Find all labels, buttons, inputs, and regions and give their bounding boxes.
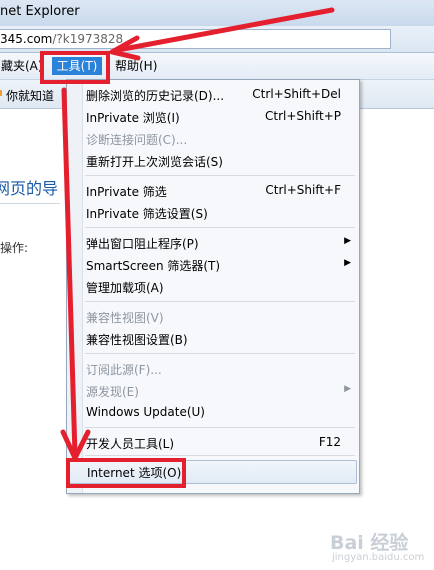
menu-item-label: 诊断连接问题(C)... [86, 133, 188, 147]
tools-menu-item[interactable]: Windows Update(U) [67, 402, 359, 424]
divider [0, 203, 60, 204]
menu-favorites[interactable]: 藏夹(A) [0, 57, 46, 75]
menu-item-shortcut: Ctrl+Shift+P [265, 109, 341, 123]
annotation-box-internet-options [66, 458, 186, 488]
menu-separator [85, 455, 355, 456]
menu-item-label: 兼容性视图(V) [86, 311, 164, 325]
watermark-brand: Bai 经验 [330, 532, 409, 554]
tools-menu-item[interactable]: InPrivate 浏览(I) Ctrl+Shift+P [67, 106, 359, 128]
tools-menu-item: 兼容性视图(V) [67, 306, 359, 328]
submenu-arrow-icon: ▶ [344, 236, 351, 246]
menu-item-label: 重新打开上次浏览会话(S) [86, 155, 223, 169]
tools-menu-item[interactable]: 删除浏览的历史记录(D)... Ctrl+Shift+Del [67, 84, 359, 106]
baidu-jingyan-watermark: Bai 经验 jingyan.baidu.com [330, 528, 424, 563]
menu-separator [85, 301, 355, 302]
menu-separator [85, 353, 355, 354]
tools-menu-item[interactable]: 弹出窗口阻止程序(P) ▶ [67, 232, 359, 254]
page-heading: 网页的导 [0, 179, 59, 198]
tools-menu-item: 诊断连接问题(C)... [67, 128, 359, 150]
menu-item-label: 源发现(E) [86, 385, 139, 399]
menu-help[interactable]: 帮助(H) [112, 57, 160, 75]
url-host: 345.com [0, 32, 53, 46]
tools-menu-item: 订阅此源(F)... [67, 358, 359, 380]
favorite-site-icon [0, 90, 2, 96]
submenu-arrow-icon: ▶ [344, 258, 351, 268]
menu-item-label: 兼容性视图设置(B) [86, 333, 188, 347]
menu-separator [85, 427, 355, 428]
tools-menu-item: 源发现(E) ▶ [67, 380, 359, 402]
menu-item-label: 弹出窗口阻止程序(P) [86, 237, 199, 251]
window-title: net Explorer [0, 4, 80, 19]
address-input[interactable]: 345.com/?k1973828 [0, 29, 391, 49]
watermark-url: jingyan.baidu.com [332, 552, 425, 563]
tools-menu-item[interactable]: 兼容性视图设置(B) [67, 328, 359, 350]
menu-item-label: InPrivate 浏览(I) [86, 111, 180, 125]
menu-item-label: InPrivate 筛选设置(S) [86, 207, 208, 221]
window-title-bar: net Explorer [0, 0, 434, 27]
url-path: /?k1973828 [52, 32, 124, 46]
menu-item-label: Windows Update(U) [86, 405, 205, 419]
favorite-link[interactable]: 你就知道 [6, 87, 54, 104]
address-bar: 345.com/?k1973828 [0, 26, 434, 53]
tools-dropdown-menu: 删除浏览的历史记录(D)... Ctrl+Shift+Del InPrivate 浏… [66, 79, 360, 494]
menu-item-label: 管理加载项(A) [86, 281, 164, 295]
menu-item-label: 删除浏览的历史记录(D)... [86, 89, 225, 103]
tools-menu-item[interactable]: 开发人员工具(L) F12 [67, 432, 359, 454]
menu-item-label: InPrivate 筛选 [86, 185, 167, 199]
annotation-box-tools [40, 51, 110, 84]
menu-item-shortcut: Ctrl+Shift+Del [252, 87, 341, 101]
tools-menu-item[interactable]: 重新打开上次浏览会话(S) [67, 150, 359, 172]
menu-item-label: 订阅此源(F)... [86, 363, 162, 377]
tools-menu-item[interactable]: 管理加载项(A) [67, 276, 359, 298]
tools-menu-item[interactable]: InPrivate 筛选 Ctrl+Shift+F [67, 180, 359, 202]
menu-item-label: 开发人员工具(L) [86, 437, 175, 451]
menu-item-label: SmartScreen 筛选器(T) [86, 259, 221, 273]
menu-item-shortcut: Ctrl+Shift+F [265, 183, 341, 197]
tools-menu-item[interactable]: InPrivate 筛选设置(S) [67, 202, 359, 224]
menu-item-shortcut: F12 [318, 435, 341, 449]
page-label: 操作: [0, 241, 29, 255]
menu-separator [85, 227, 355, 228]
tools-menu-item[interactable]: SmartScreen 筛选器(T) ▶ [67, 254, 359, 276]
menu-separator [85, 175, 355, 176]
submenu-arrow-icon: ▶ [344, 384, 351, 394]
